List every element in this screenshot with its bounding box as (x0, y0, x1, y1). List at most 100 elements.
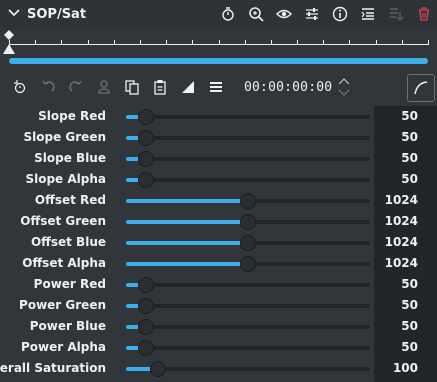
parameter-label: Slope Blue (34, 151, 106, 165)
search-icon[interactable] (248, 6, 264, 22)
slider-fill (126, 199, 248, 203)
timeline-tick (35, 40, 37, 45)
timeline-tick (113, 40, 115, 45)
parameter-label: Offset Red (34, 193, 106, 207)
parameter-value[interactable]: 50 (374, 274, 418, 295)
timeline-tick (401, 40, 403, 45)
keyframe-add-icon[interactable] (12, 79, 28, 95)
parameter-row: Power Green 50 (0, 295, 437, 316)
parameter-value[interactable]: 1024 (374, 211, 418, 232)
timeline-tick (375, 40, 377, 45)
parameter-slider[interactable] (126, 298, 370, 314)
parameter-value[interactable]: 50 (374, 106, 418, 127)
parameter-value[interactable]: 1024 (374, 190, 418, 211)
parameter-row: Offset Red 1024 (0, 190, 437, 211)
paste-icon[interactable] (152, 79, 168, 95)
slider-handle[interactable] (138, 298, 155, 314)
menu-icon[interactable] (208, 79, 224, 95)
slider-handle[interactable] (240, 214, 256, 230)
slider-handle[interactable] (138, 319, 155, 335)
parameter-slider[interactable] (126, 256, 370, 272)
parameter-slider[interactable] (126, 361, 370, 377)
timeline-tick (139, 40, 141, 45)
playhead-cursor[interactable] (3, 44, 15, 54)
slider-handle[interactable] (240, 235, 256, 251)
timecode-field[interactable]: 00:00:00:00 (244, 80, 332, 95)
slider-handle[interactable] (240, 256, 256, 272)
slider-handle[interactable] (138, 109, 155, 125)
slider-handle[interactable] (138, 277, 155, 293)
list-icon[interactable] (360, 6, 376, 22)
parameter-value[interactable]: 1024 (374, 232, 418, 253)
timeline-zoom-bar[interactable] (9, 58, 428, 64)
timeline-tick (192, 40, 194, 45)
parameter-row: Power Red 50 (0, 274, 437, 295)
parameter-value[interactable]: 50 (374, 127, 418, 148)
slider-handle[interactable] (138, 130, 155, 146)
user-icon (96, 79, 112, 95)
parameter-slider[interactable] (126, 319, 370, 335)
slider-handle[interactable] (138, 172, 155, 188)
parameter-slider[interactable] (126, 214, 370, 230)
timeline-tick (61, 40, 63, 45)
slider-handle[interactable] (240, 193, 256, 209)
trash-icon[interactable] (416, 6, 432, 22)
timecode-spinner[interactable] (337, 76, 351, 98)
keyframe-timeline[interactable] (0, 30, 437, 70)
parameter-row: Offset Blue 1024 (0, 232, 437, 253)
parameter-label: Offset Blue (30, 235, 106, 249)
slider-fill (126, 262, 248, 266)
parameter-value[interactable]: 50 (374, 337, 418, 358)
info-icon[interactable] (332, 6, 348, 22)
timeline-tick (166, 40, 168, 45)
parameter-row: Slope Alpha 50 (0, 169, 437, 190)
parameter-label: Slope Green (23, 130, 107, 144)
keyframe-marker[interactable] (4, 30, 14, 40)
parameter-label: Overall Saturation (0, 361, 106, 375)
sliders-icon[interactable] (304, 6, 320, 22)
parameter-value[interactable]: 50 (374, 316, 418, 337)
redo-icon (68, 79, 84, 95)
timeline-tick (87, 40, 89, 45)
curve-button[interactable] (407, 74, 435, 102)
parameter-value[interactable]: 50 (374, 295, 418, 316)
parameter-slider[interactable] (126, 130, 370, 146)
chevron-down-icon[interactable] (7, 6, 21, 20)
timer-icon[interactable] (220, 6, 236, 22)
parameter-slider[interactable] (126, 277, 370, 293)
slider-handle[interactable] (138, 340, 155, 356)
parameter-label: Slope Red (38, 109, 106, 123)
parameter-label: Slope Alpha (25, 172, 106, 186)
effect-header: SOP/Sat (0, 0, 437, 30)
parameter-row: Offset Alpha 1024 (0, 253, 437, 274)
parameter-value[interactable]: 100 (374, 358, 418, 379)
slider-fill (126, 220, 248, 224)
parameter-slider[interactable] (126, 172, 370, 188)
parameter-label: Power Alpha (21, 340, 106, 354)
parameter-slider[interactable] (126, 193, 370, 209)
slider-handle[interactable] (149, 361, 166, 377)
parameter-row: Slope Green 50 (0, 127, 437, 148)
slider-handle[interactable] (138, 151, 155, 167)
copy-icon[interactable] (124, 79, 140, 95)
timeline-tick (428, 40, 429, 45)
timeline-tick (270, 40, 272, 45)
parameter-row: Offset Green 1024 (0, 211, 437, 232)
parameter-value[interactable]: 50 (374, 169, 418, 190)
parameter-value[interactable]: 50 (374, 148, 418, 169)
save-icon (388, 6, 404, 22)
timeline-tick (218, 40, 220, 45)
parameter-slider[interactable] (126, 151, 370, 167)
parameter-value[interactable]: 1024 (374, 253, 418, 274)
parameter-slider[interactable] (126, 235, 370, 251)
parameter-row: Overall Saturation 100 (0, 358, 437, 379)
parameter-row: Power Blue 50 (0, 316, 437, 337)
parameter-label: Power Red (33, 277, 106, 291)
parameter-label: Offset Alpha (22, 256, 106, 270)
eye-icon[interactable] (276, 6, 292, 22)
parameter-slider[interactable] (126, 340, 370, 356)
parameter-slider[interactable] (126, 109, 370, 125)
undo-icon (40, 79, 56, 95)
ramp-icon[interactable] (180, 79, 196, 95)
parameter-row: Power Alpha 50 (0, 337, 437, 358)
